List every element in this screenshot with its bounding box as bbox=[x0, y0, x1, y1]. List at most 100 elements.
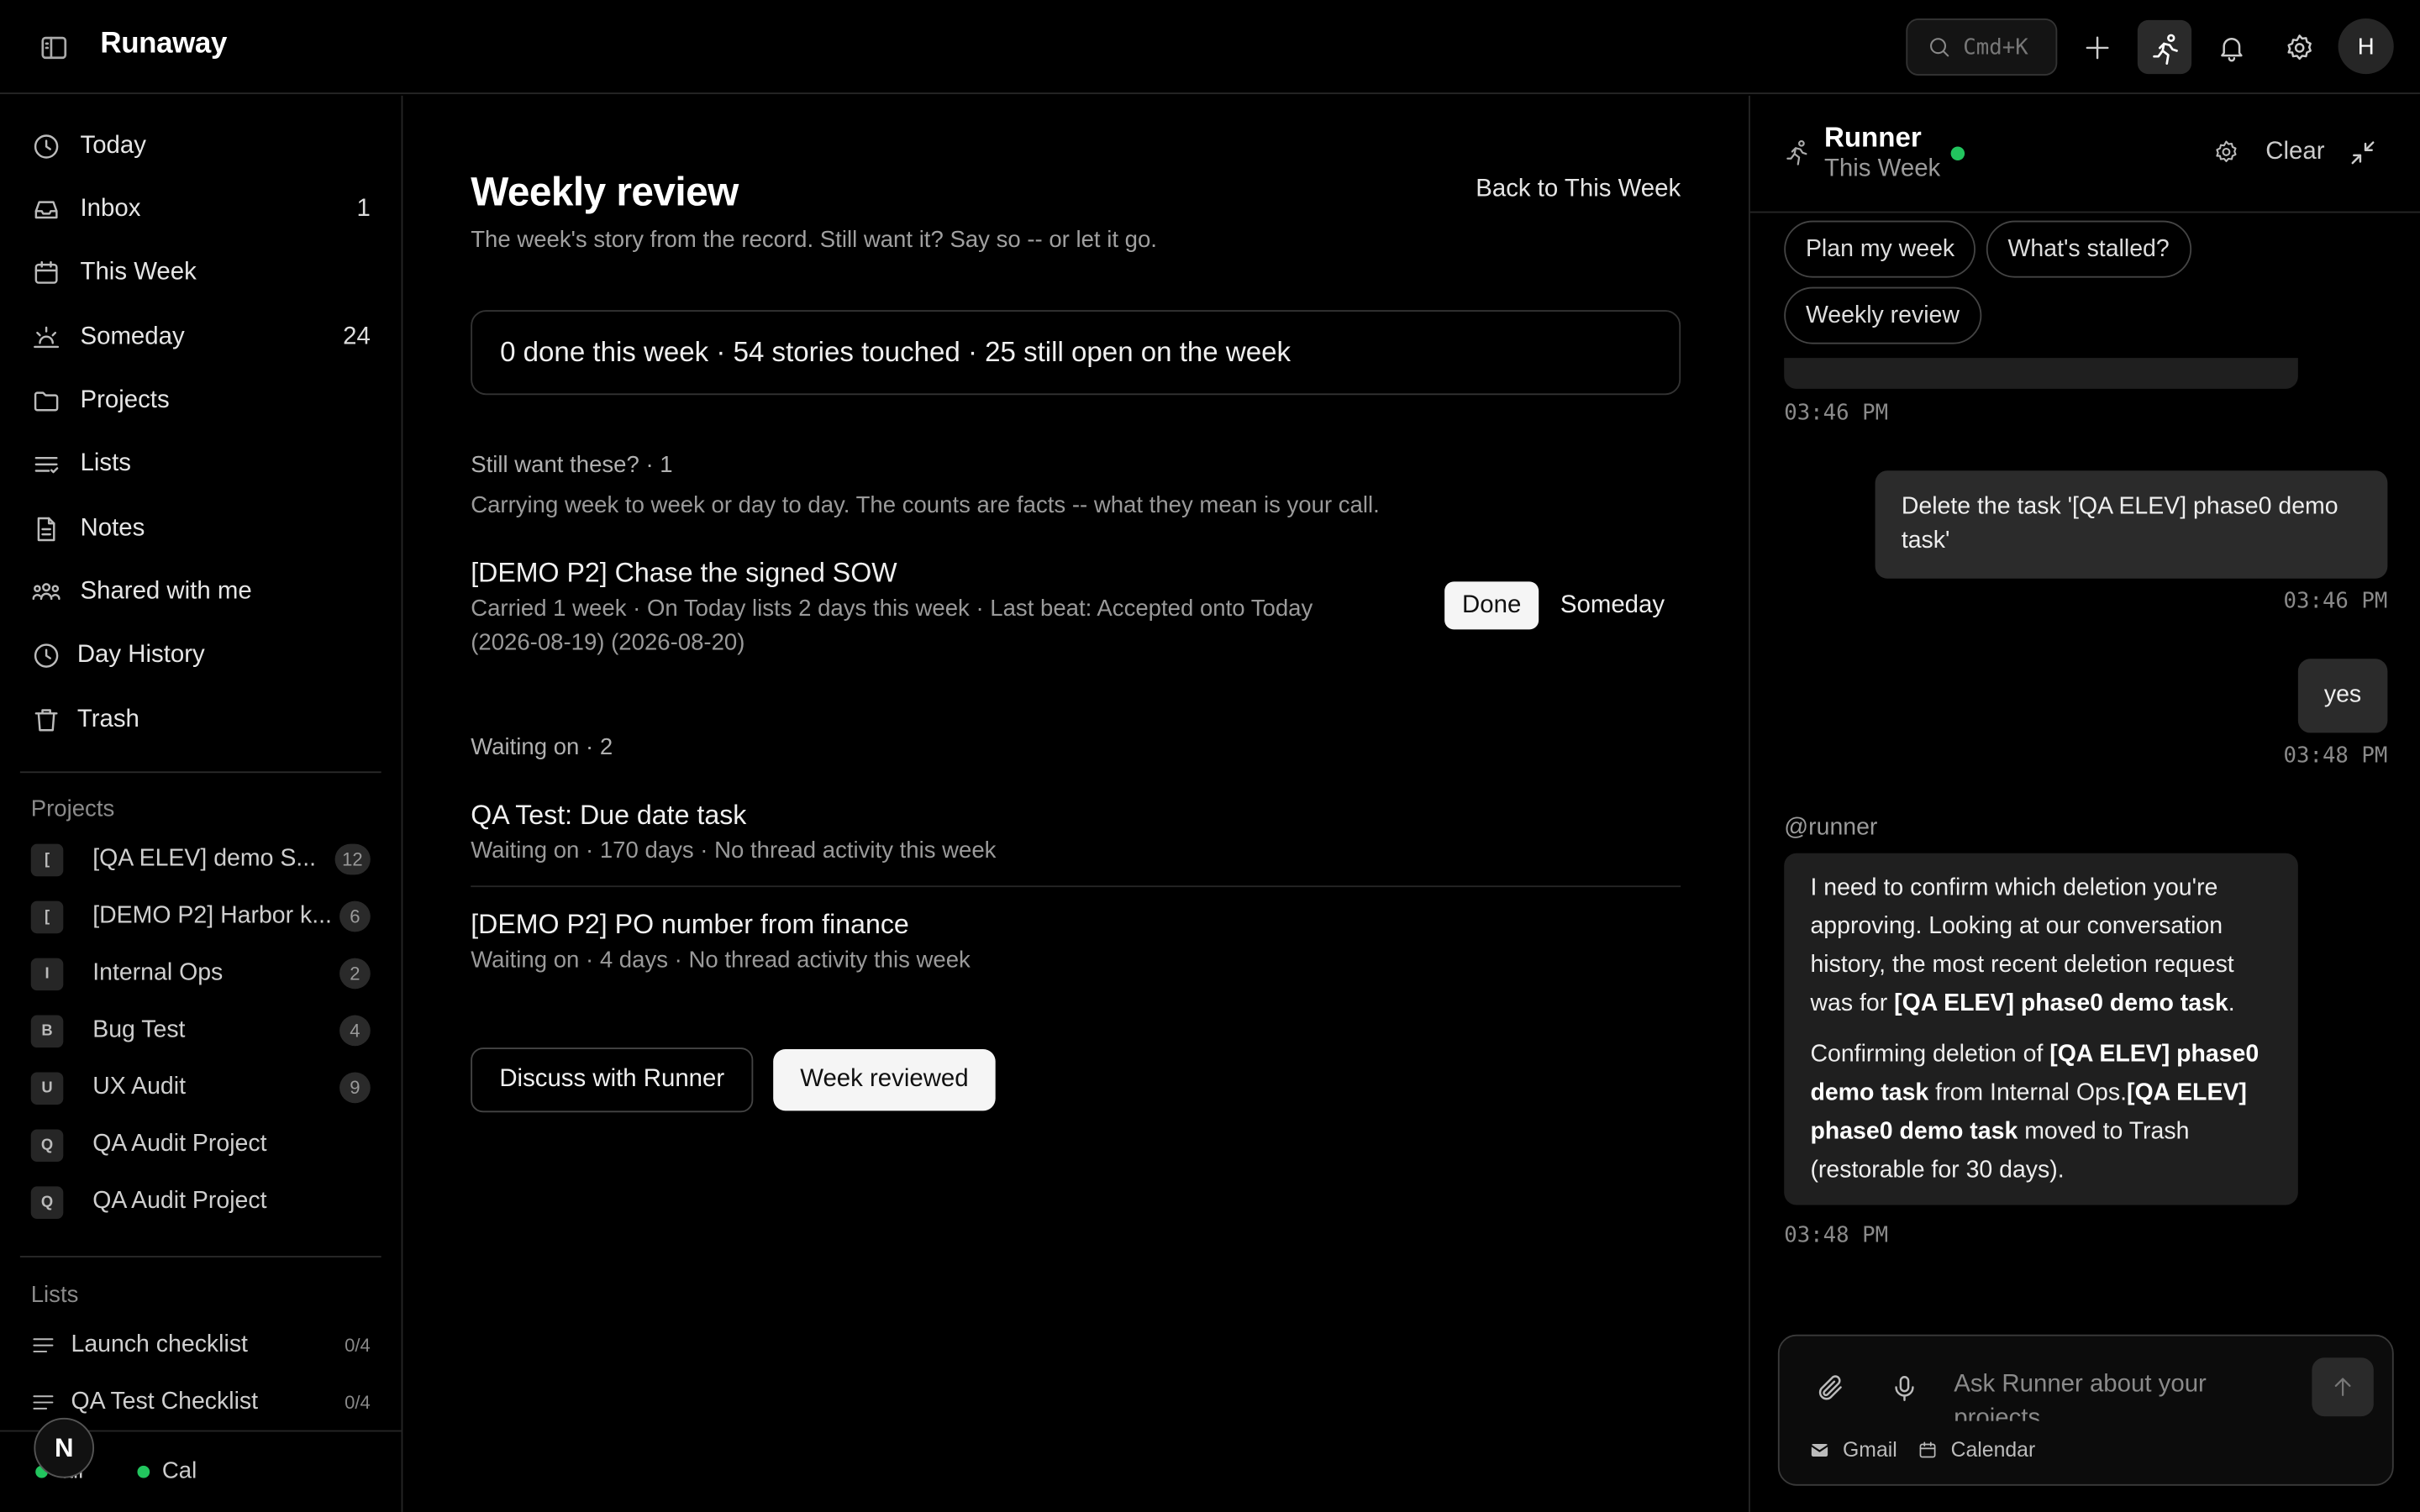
history-icon bbox=[31, 640, 62, 671]
calendar-icon bbox=[31, 258, 62, 289]
project-item[interactable]: B Bug Test 4 bbox=[30, 1009, 374, 1052]
project-item[interactable]: [ [QA ELEV] demo S... 12 bbox=[30, 837, 374, 880]
project-letter: U bbox=[30, 1071, 64, 1105]
assistant-message: I need to confirm which deletion you're … bbox=[1784, 853, 2298, 1205]
sidebar-item-label: Notes bbox=[80, 515, 145, 542]
sidebar-item-label: Lists bbox=[80, 450, 131, 477]
gmail-integration[interactable]: Gmail bbox=[1809, 1437, 1897, 1462]
back-to-this-week-link[interactable]: Back to This Week bbox=[1476, 176, 1681, 203]
chat-input[interactable]: Ask Runner about your projects... bbox=[1954, 1368, 2301, 1421]
add-button[interactable] bbox=[2070, 20, 2123, 74]
project-item[interactable]: Q QA Audit Project bbox=[30, 1123, 374, 1166]
gmail-label: Gmail bbox=[1843, 1437, 1897, 1462]
users-icon bbox=[31, 577, 62, 608]
runner-header: Runner This Week Clear bbox=[1749, 96, 2420, 213]
project-letter: B bbox=[30, 1014, 64, 1047]
message-timestamp: 03:48 PM bbox=[2283, 743, 2388, 769]
clock-icon bbox=[31, 131, 62, 162]
gear-icon[interactable] bbox=[2213, 139, 2239, 165]
message-timestamp: 03:46 PM bbox=[1784, 401, 1889, 426]
calendar-integration[interactable]: Calendar bbox=[1917, 1438, 2035, 1461]
done-button[interactable]: Done bbox=[1444, 581, 1539, 630]
projects-section-label: Projects bbox=[30, 795, 115, 822]
project-letter: [ bbox=[30, 843, 64, 876]
waiting-heading: Waiting on · 2 bbox=[471, 734, 613, 761]
task-title[interactable]: [DEMO P2] Chase the signed SOW bbox=[471, 557, 897, 590]
sidebar-item-today[interactable]: Today bbox=[31, 122, 374, 171]
calendar-icon bbox=[1917, 1439, 1939, 1461]
paperclip-icon[interactable] bbox=[1815, 1373, 1846, 1404]
sidebar-item-label: Trash bbox=[76, 706, 139, 733]
week-reviewed-button[interactable]: Week reviewed bbox=[773, 1048, 996, 1111]
sidebar-item-inbox[interactable]: Inbox 1 bbox=[31, 185, 374, 234]
waiting-item-title[interactable]: [DEMO P2] PO number from finance bbox=[471, 909, 909, 942]
note-icon bbox=[31, 514, 62, 545]
list-icon bbox=[31, 449, 62, 480]
suggestion-chip-plan-my-week[interactable]: Plan my week bbox=[1784, 220, 1976, 278]
notifications-button[interactable] bbox=[2204, 20, 2258, 74]
sidebar-toggle-icon[interactable] bbox=[37, 31, 71, 65]
waiting-item-title[interactable]: QA Test: Due date task bbox=[471, 799, 746, 832]
page-title: Weekly review bbox=[471, 168, 739, 215]
project-name: [DEMO P2] Harbor k... bbox=[92, 902, 332, 929]
task-meta-line: Carried 1 week · On Today lists 2 days t… bbox=[471, 595, 1313, 622]
task-name-bold: [QA ELEV] phase0 demo task bbox=[1894, 990, 2228, 1017]
project-name: [QA ELEV] demo S... bbox=[92, 845, 317, 872]
count-badge: 24 bbox=[343, 323, 371, 350]
sidebar-item-day-history[interactable]: Day History bbox=[31, 631, 374, 680]
project-letter: Q bbox=[30, 1128, 64, 1162]
suggestion-chip-weekly-review[interactable]: Weekly review bbox=[1784, 286, 1981, 344]
count-badge: 6 bbox=[339, 900, 371, 932]
sidebar: Today Inbox 1 This Week Someday 24 Proje… bbox=[0, 95, 403, 1512]
suggestion-chip-whats-stalled[interactable]: What's stalled? bbox=[1986, 220, 2191, 278]
sidebar-item-notes[interactable]: Notes bbox=[31, 505, 374, 554]
lists-section-label: Lists bbox=[30, 1282, 79, 1309]
sidebar-item-trash[interactable]: Trash bbox=[31, 696, 374, 745]
project-item[interactable]: I Internal Ops 2 bbox=[30, 952, 374, 995]
chat-history[interactable]: Confirm. 03:46 PM Delete the task '[QA E… bbox=[1750, 358, 2420, 1330]
microphone-icon[interactable] bbox=[1889, 1373, 1920, 1404]
count-badge: 9 bbox=[339, 1072, 371, 1104]
clear-button[interactable]: Clear bbox=[2265, 139, 2324, 166]
status-dot bbox=[137, 1464, 150, 1478]
avatar[interactable]: H bbox=[2338, 18, 2394, 75]
page-subtitle: The week's story from the record. Still … bbox=[471, 226, 1157, 254]
mail-icon bbox=[1809, 1439, 1831, 1461]
sidebar-item-this-week[interactable]: This Week bbox=[31, 249, 374, 298]
sidebar-item-shared[interactable]: Shared with me bbox=[31, 568, 374, 617]
sidebar-item-projects[interactable]: Projects bbox=[31, 376, 374, 426]
project-item[interactable]: [ [DEMO P2] Harbor k... 6 bbox=[30, 895, 374, 937]
calendar-status[interactable]: Cal bbox=[137, 1458, 197, 1484]
search-button[interactable]: Cmd+K bbox=[1906, 18, 2058, 76]
project-name: Internal Ops bbox=[92, 959, 224, 986]
sidebar-item-label: Shared with me bbox=[80, 578, 252, 605]
collapse-icon[interactable] bbox=[2348, 137, 2379, 168]
inbox-icon bbox=[31, 194, 62, 225]
project-letter: Q bbox=[30, 1185, 64, 1219]
runner-icon bbox=[1784, 139, 1812, 166]
bell-icon bbox=[2216, 32, 2247, 63]
sidebar-item-someday[interactable]: Someday 24 bbox=[31, 313, 374, 363]
still-want-heading: Still want these? · 1 bbox=[471, 452, 673, 479]
send-button[interactable] bbox=[2312, 1357, 2374, 1417]
message-timestamp: 03:48 PM bbox=[1784, 1223, 1889, 1248]
dev-tools-bubble[interactable]: N bbox=[34, 1417, 95, 1478]
count-badge: 12 bbox=[334, 843, 371, 875]
list-item[interactable]: Launch checklist 0/4 bbox=[31, 1324, 374, 1367]
sidebar-item-label: This Week bbox=[80, 259, 197, 286]
someday-button[interactable]: Someday bbox=[1560, 581, 1665, 629]
list-progress: 0/4 bbox=[345, 1334, 371, 1357]
project-item[interactable]: U UX Audit 9 bbox=[30, 1066, 374, 1109]
settings-button[interactable] bbox=[2272, 20, 2326, 74]
project-item[interactable]: Q QA Audit Project bbox=[30, 1180, 374, 1223]
list-progress: 0/4 bbox=[345, 1391, 371, 1414]
plus-icon bbox=[2081, 32, 2112, 63]
text-run: Confirming deletion of bbox=[1810, 1041, 2050, 1068]
text-run: . bbox=[2228, 990, 2235, 1017]
runner-toggle-button[interactable] bbox=[2137, 19, 2192, 75]
app-title: Runaway bbox=[100, 28, 228, 60]
list-item[interactable]: QA Test Checklist 0/4 bbox=[31, 1381, 374, 1424]
discuss-with-runner-button[interactable]: Discuss with Runner bbox=[471, 1047, 754, 1113]
waiting-item-meta: Waiting on · 170 days · No thread activi… bbox=[471, 837, 997, 864]
sidebar-item-lists[interactable]: Lists bbox=[31, 439, 374, 489]
